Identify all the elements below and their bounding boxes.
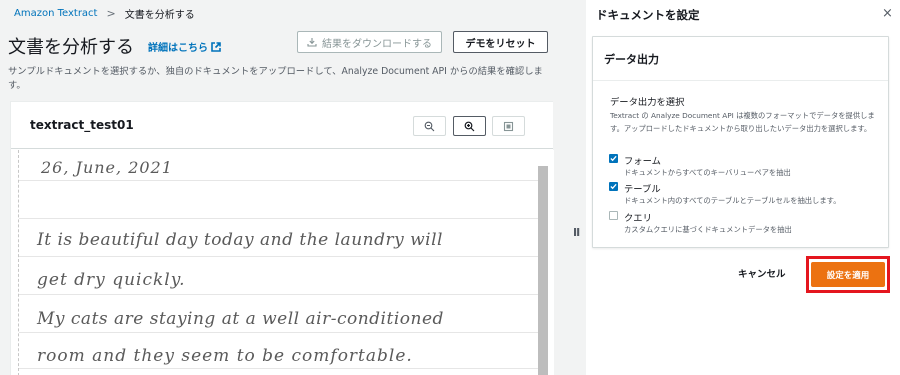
panel-title: ドキュメントを設定 bbox=[596, 8, 700, 22]
breadcrumb: Amazon Textract > 文書を分析する bbox=[14, 6, 195, 21]
panel-resize-handle[interactable]: II bbox=[573, 226, 580, 239]
ruled-line bbox=[19, 180, 539, 181]
data-output-description: Textract の Analyze Document API は複数のフォーマ… bbox=[610, 111, 875, 133]
checkbox-queries[interactable] bbox=[609, 211, 618, 220]
document-viewer-header: textract_test01 bbox=[11, 102, 553, 149]
zoom-out-icon bbox=[424, 121, 435, 131]
breadcrumb-current: 文書を分析する bbox=[124, 10, 195, 21]
option-tables-label: テーブル bbox=[624, 184, 661, 195]
zoom-out-button[interactable] bbox=[413, 116, 446, 136]
data-output-select-label: データ出力を選択 bbox=[610, 97, 685, 108]
ruled-line bbox=[19, 332, 539, 333]
cancel-button[interactable]: キャンセル bbox=[738, 266, 786, 280]
data-output-title: データ出力 bbox=[604, 53, 659, 66]
main-pane: Amazon Textract > 文書を分析する 文書を分析する 詳細はこちら… bbox=[0, 0, 554, 375]
data-output-header: データ出力 bbox=[593, 37, 888, 81]
document-image: 26, June, 2021 It is beautiful day today… bbox=[18, 150, 554, 375]
close-icon[interactable]: × bbox=[882, 6, 893, 21]
check-icon bbox=[610, 155, 617, 162]
option-tables-desc: ドキュメント内のすべてのテーブルとテーブルセルを抽出します。 bbox=[624, 196, 841, 205]
checkbox-forms[interactable] bbox=[609, 154, 618, 163]
ruled-line bbox=[19, 368, 539, 369]
external-link-icon bbox=[211, 41, 221, 52]
info-link[interactable]: 詳細はこちら bbox=[148, 39, 221, 54]
breadcrumb-separator: > bbox=[106, 7, 116, 20]
checkbox-tables[interactable] bbox=[609, 182, 618, 191]
info-link-label: 詳細はこちら bbox=[148, 43, 208, 54]
handwritten-line: It is beautiful day today and the laundr… bbox=[37, 230, 443, 250]
fit-page-icon bbox=[503, 121, 514, 131]
handwritten-line: My cats are staying at a well air-condit… bbox=[37, 309, 444, 329]
handwritten-line: room and they seem to be comfortable. bbox=[37, 346, 413, 366]
option-forms-desc: ドキュメントからすべてのキーバリューペアを抽出 bbox=[624, 168, 791, 177]
settings-panel: ドキュメントを設定 × データ出力 データ出力を選択 Textract の An… bbox=[586, 0, 900, 375]
download-icon bbox=[307, 38, 317, 47]
handwritten-line: get dry quickly. bbox=[37, 270, 186, 290]
option-forms-label: フォーム bbox=[624, 156, 661, 167]
reset-demo-button[interactable]: デモをリセット bbox=[453, 31, 548, 53]
option-queries-label: クエリ bbox=[624, 213, 652, 224]
ruled-line bbox=[19, 256, 539, 257]
page-description: サンプルドキュメントを選択するか、独自のドキュメントをアップロードして、Anal… bbox=[8, 66, 543, 91]
page-title: 文書を分析する bbox=[8, 37, 134, 58]
download-results-label: 結果をダウンロードする bbox=[322, 38, 432, 50]
breadcrumb-link-textract[interactable]: Amazon Textract bbox=[14, 8, 97, 19]
ruled-line bbox=[19, 294, 539, 295]
download-results-button[interactable]: 結果をダウンロードする bbox=[297, 31, 442, 53]
apply-settings-label: 設定を適用 bbox=[826, 270, 870, 281]
apply-settings-button[interactable]: 設定を適用 bbox=[811, 262, 885, 287]
option-queries-desc: カスタムクエリに基づくドキュメントデータを抽出 bbox=[624, 225, 792, 234]
document-name: textract_test01 bbox=[30, 118, 134, 132]
fit-page-button[interactable] bbox=[492, 116, 525, 136]
scrollbar[interactable] bbox=[538, 166, 548, 375]
zoom-in-icon bbox=[464, 121, 475, 131]
ruled-line bbox=[19, 218, 539, 219]
reset-demo-label: デモをリセット bbox=[465, 38, 536, 50]
zoom-in-button[interactable] bbox=[453, 116, 486, 136]
check-icon bbox=[610, 183, 617, 190]
handwritten-line: 26, June, 2021 bbox=[41, 158, 173, 177]
document-viewer: textract_test01 26, June, 2021 It is bea… bbox=[10, 101, 554, 375]
